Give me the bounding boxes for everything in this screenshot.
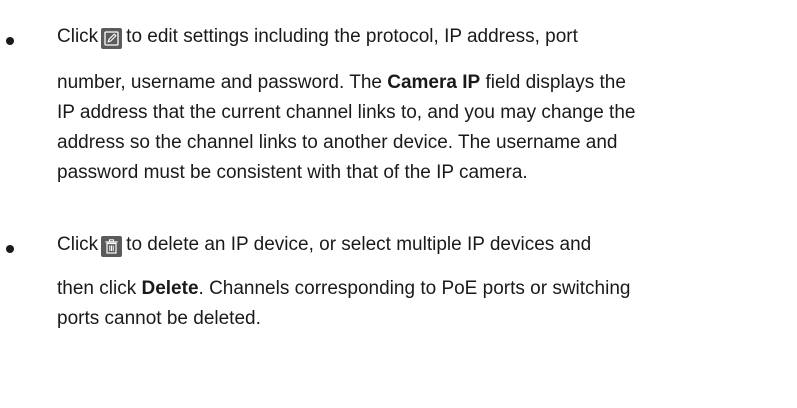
- text-segment: to edit settings including the protocol,…: [126, 26, 578, 47]
- text-segment: Click: [57, 26, 99, 47]
- ui-term: Delete: [141, 278, 199, 299]
- text-line: ports cannot be deleted.: [57, 308, 261, 329]
- text-line: then click Delete. Channels correspondin…: [57, 277, 630, 301]
- text-segment: . Channels corresponding to PoE ports or…: [198, 278, 631, 299]
- text-line: Click to delete an IP device, or select …: [57, 233, 591, 257]
- bullet-point: [6, 245, 14, 253]
- text-segment: Click: [57, 234, 99, 255]
- text-segment: number, username and password. The: [57, 72, 388, 93]
- edit-icon: [101, 28, 123, 49]
- trash-icon: [101, 236, 123, 257]
- text-line: password must be consistent with that of…: [57, 162, 528, 183]
- bullet-point: [6, 37, 14, 45]
- ui-term: Camera IP: [387, 72, 481, 93]
- text-line: Click to edit settings including the pro…: [57, 25, 578, 49]
- text-segment: field displays the: [480, 72, 626, 93]
- text-segment: then click: [57, 278, 142, 299]
- text-line: address so the channel links to another …: [57, 132, 618, 153]
- text-line: number, username and password. The Camer…: [57, 71, 626, 95]
- text-line: IP address that the current channel link…: [57, 102, 636, 123]
- text-segment: to delete an IP device, or select multip…: [126, 234, 592, 255]
